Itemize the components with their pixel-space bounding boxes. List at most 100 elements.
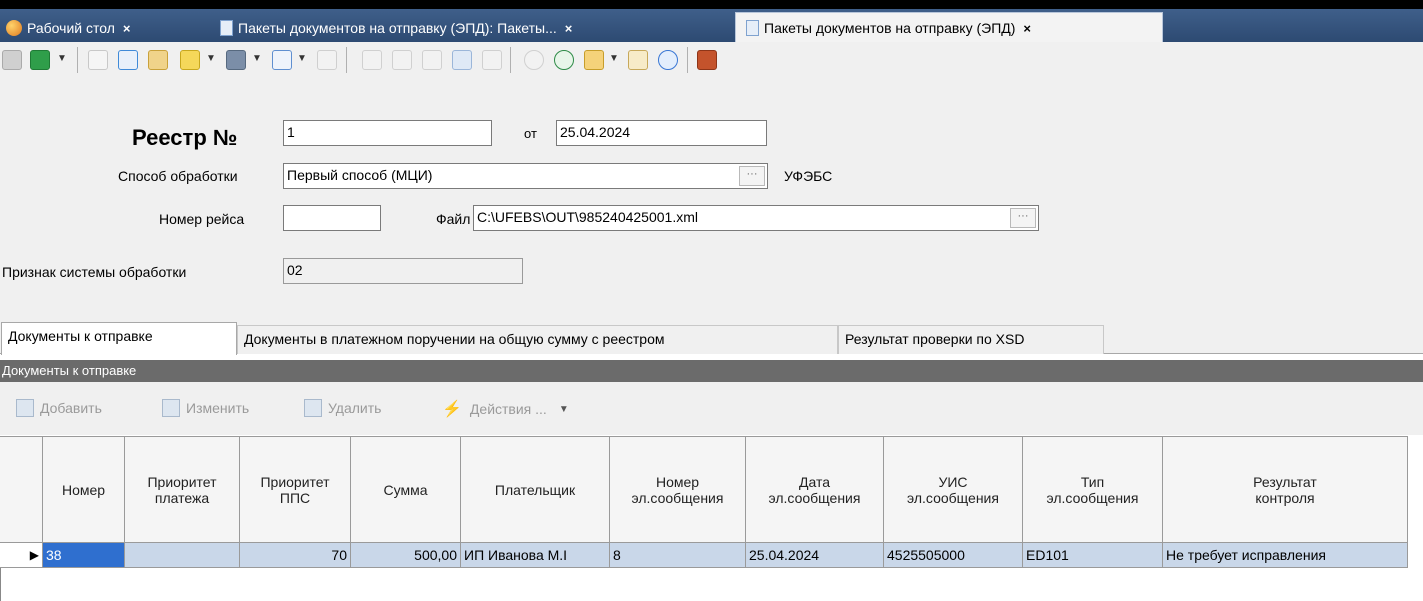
toolbar-separator	[687, 47, 688, 73]
column-header-payer[interactable]: Плательщик	[461, 436, 610, 543]
file-field[interactable]: C:\UFEBS\OUT\985240425001.xml ···	[473, 205, 1039, 231]
file-browse-button[interactable]: ···	[1010, 208, 1036, 228]
edit-icon	[162, 399, 180, 417]
paste-icon[interactable]	[422, 50, 442, 70]
copy-icon[interactable]	[392, 50, 412, 70]
file-path: C:\UFEBS\OUT\985240425001.xml	[477, 209, 698, 225]
export-icon[interactable]	[30, 50, 50, 70]
row-pointer-icon: ▶	[0, 543, 43, 568]
toolbar-separator	[346, 47, 347, 73]
delete-icon	[304, 399, 322, 417]
tab-packages-list[interactable]: Пакеты документов на отправку (ЭПД): Пак…	[220, 14, 572, 42]
add-label: Добавить	[40, 400, 102, 416]
tab-label: Рабочий стол	[27, 20, 115, 36]
history-icon[interactable]	[554, 50, 574, 70]
exit-icon[interactable]	[697, 50, 717, 70]
tab-xsd-check-result[interactable]: Результат проверки по XSD	[838, 325, 1104, 354]
method-label: Способ обработки	[118, 168, 238, 184]
chevron-down-icon[interactable]: ▼	[206, 53, 216, 64]
column-header-number[interactable]: Номер	[43, 436, 125, 543]
column-header-uis[interactable]: УИС эл.сообщения	[884, 436, 1023, 543]
document-icon	[220, 20, 233, 36]
cell-payment-priority[interactable]	[125, 543, 240, 568]
report-icon[interactable]	[272, 50, 292, 70]
chevron-down-icon[interactable]: ▼	[297, 53, 307, 64]
chevron-down-icon: ▼	[558, 403, 569, 415]
method-browse-button[interactable]: ···	[739, 166, 765, 186]
column-header-payment-priority[interactable]: Приоритет платежа	[125, 436, 240, 543]
toolbar-separator	[510, 47, 511, 73]
chevron-down-icon[interactable]: ▼	[252, 53, 262, 64]
row-indicator-header	[0, 436, 43, 543]
column-header-amount[interactable]: Сумма	[351, 436, 461, 543]
system-field[interactable]: 02	[283, 258, 523, 284]
tag-icon[interactable]	[628, 50, 648, 70]
cell-uis[interactable]: 4525505000	[884, 543, 1023, 568]
delete-icon[interactable]	[482, 50, 502, 70]
column-header-control-result[interactable]: Результат контроля	[1163, 436, 1408, 543]
lightning-icon: ⚡	[442, 401, 462, 418]
tab-documents-in-payment-order[interactable]: Документы в платежном поручении на общую…	[237, 325, 838, 354]
actions-menu-button[interactable]: ⚡ Действия ... ▼	[442, 399, 569, 419]
cell-payer[interactable]: ИП Иванова М.І	[461, 543, 610, 568]
flight-label: Номер рейса	[159, 211, 245, 227]
copy-document-icon[interactable]	[148, 50, 168, 70]
file-label: Файл	[436, 211, 471, 227]
clock-icon[interactable]	[524, 50, 544, 70]
method-field[interactable]: Первый способ (МЦИ) ···	[283, 163, 768, 189]
registry-form	[0, 78, 1423, 318]
cell-message-type[interactable]: ED101	[1023, 543, 1163, 568]
cut-icon[interactable]	[362, 50, 382, 70]
chevron-down-icon[interactable]: ▼	[609, 53, 619, 64]
tab-label: Пакеты документов на отправку (ЭПД)	[764, 20, 1016, 36]
cell-amount[interactable]: 500,00	[351, 543, 461, 568]
table-icon[interactable]	[317, 50, 337, 70]
column-header-message-date[interactable]: Дата эл.сообщения	[746, 436, 884, 543]
new-document-icon[interactable]	[88, 50, 108, 70]
document-icon	[746, 20, 759, 36]
from-label: от	[524, 126, 537, 141]
folder-icon[interactable]	[180, 50, 200, 70]
cell-message-date[interactable]: 25.04.2024	[746, 543, 884, 568]
cell-control-result[interactable]: Не требует исправления	[1163, 543, 1408, 568]
tab-packages-active[interactable]: Пакеты документов на отправку (ЭПД) ×	[735, 12, 1163, 43]
info-icon[interactable]	[658, 50, 678, 70]
save-icon[interactable]	[2, 50, 22, 70]
registry-number-field[interactable]: 1	[283, 120, 492, 146]
tab-label: Пакеты документов на отправку (ЭПД): Пак…	[238, 20, 557, 36]
add-document-icon[interactable]	[118, 50, 138, 70]
delete-label: Удалить	[328, 400, 382, 416]
system-label: Признак системы обработки	[2, 264, 187, 280]
edit-label: Изменить	[186, 400, 250, 416]
window-top-border	[0, 0, 1423, 9]
registry-label: Реестр №	[132, 125, 238, 150]
print-icon[interactable]	[226, 50, 246, 70]
chevron-down-icon[interactable]: ▼	[57, 53, 67, 64]
column-header-pps-priority[interactable]: Приоритет ППС	[240, 436, 351, 543]
edit-button[interactable]: Изменить	[162, 399, 249, 417]
flight-number-field[interactable]	[283, 205, 381, 231]
close-icon[interactable]: ×	[1023, 21, 1031, 36]
column-header-message-type[interactable]: Тип эл.сообщения	[1023, 436, 1163, 543]
add-button[interactable]: Добавить	[16, 399, 102, 417]
close-icon[interactable]: ×	[123, 21, 131, 36]
delete-button[interactable]: Удалить	[304, 399, 381, 417]
cell-message-number[interactable]: 8	[610, 543, 746, 568]
tab-documents-to-send[interactable]: Документы к отправке	[1, 322, 237, 355]
toolbar-separator	[77, 47, 78, 73]
method-code: УФЭБС	[784, 168, 833, 184]
close-icon[interactable]: ×	[565, 21, 573, 36]
method-value: Первый способ (МЦИ)	[287, 167, 433, 183]
cell-number[interactable]: 38	[43, 543, 125, 568]
refresh-icon[interactable]	[452, 50, 472, 70]
cell-pps-priority[interactable]: 70	[240, 543, 351, 568]
envelope-icon[interactable]	[584, 50, 604, 70]
registry-date-field[interactable]: 25.04.2024	[556, 120, 767, 146]
actions-menu-label: Действия ...	[469, 401, 547, 417]
add-icon	[16, 399, 34, 417]
section-title: Документы к отправке	[0, 360, 1423, 382]
tab-strip	[0, 9, 1423, 42]
tab-desktop[interactable]: Рабочий стол ×	[6, 14, 130, 42]
column-header-message-number[interactable]: Номер эл.сообщения	[610, 436, 746, 543]
desktop-icon	[6, 20, 22, 36]
